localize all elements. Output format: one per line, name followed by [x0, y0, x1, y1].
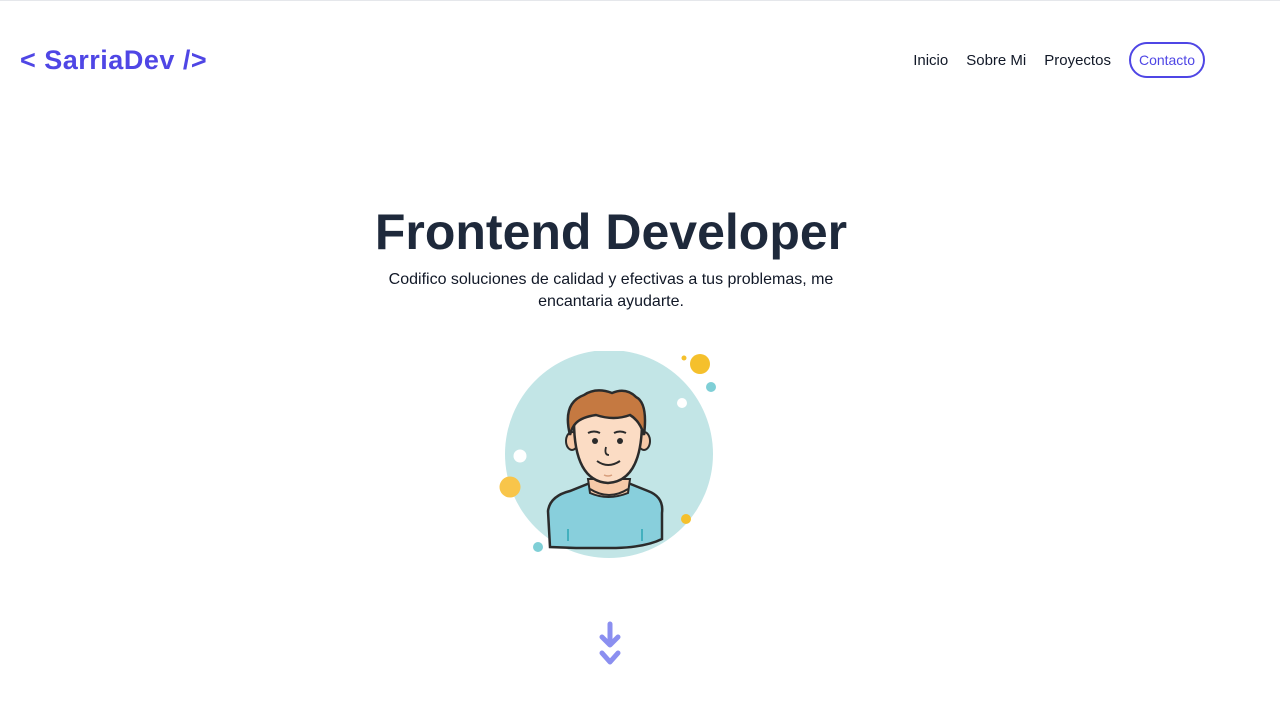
- decor-dot: [513, 449, 527, 463]
- decor-dot: [706, 382, 716, 392]
- decor-dot: [499, 476, 521, 498]
- avatar-svg: [499, 350, 716, 558]
- scroll-down-svg: [599, 621, 621, 665]
- arrow-head: [599, 650, 621, 665]
- decor-dot: [681, 355, 687, 361]
- double-arrow-down-icon[interactable]: [597, 621, 623, 671]
- hero-title: Frontend Developer: [374, 204, 848, 260]
- hero-subtitle: Codifico soluciones de calidad y efectiv…: [388, 271, 834, 310]
- developer-avatar-illustration: [496, 350, 726, 561]
- site-logo[interactable]: < SarriaDev />: [20, 45, 207, 76]
- nav-link-proyectos[interactable]: Proyectos: [1044, 52, 1111, 69]
- nav-contact-button[interactable]: Contacto: [1128, 42, 1205, 78]
- decor-dot: [677, 398, 687, 408]
- hero-section: Frontend Developer Codifico soluciones d…: [0, 201, 1222, 313]
- main-nav: Inicio Sobre Mi Proyectos Contacto: [913, 42, 1205, 78]
- nav-link-inicio[interactable]: Inicio: [913, 52, 948, 69]
- avatar-eye: [592, 438, 598, 444]
- decor-dot: [681, 514, 691, 524]
- page: < SarriaDev /> Inicio Sobre Mi Proyectos…: [0, 0, 1280, 720]
- site-header: < SarriaDev /> Inicio Sobre Mi Proyectos…: [0, 1, 1280, 121]
- avatar-eye: [617, 438, 623, 444]
- nav-link-sobre-mi[interactable]: Sobre Mi: [966, 52, 1026, 69]
- decor-dot: [533, 542, 543, 552]
- decor-dot: [690, 354, 710, 374]
